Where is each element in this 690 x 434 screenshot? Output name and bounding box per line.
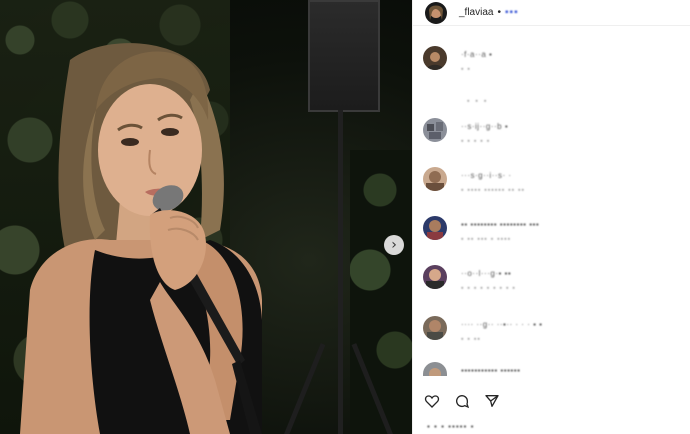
list-item: ▪▪▪▪▪▪▪▪▪▪▪ ▪▪▪▪▪▪ — [423, 362, 685, 378]
username-link[interactable]: _flaviaa — [459, 7, 493, 18]
avatar[interactable] — [423, 316, 447, 340]
list-item: ▪▪ ▪▪▪▪▪▪▪▪ ▪▪▪▪▪▪▪▪ ▪▪▪ ▪ ▪▪ ▪▪▪ ▪ ▪▪▪▪ — [423, 216, 685, 252]
caption-author[interactable]: ·f·a··a ▪ — [461, 50, 492, 59]
likes-count[interactable]: ▪ ▪ ▪ ▪▪▪▪▪ ▪ — [427, 422, 474, 431]
avatar[interactable] — [423, 216, 447, 240]
avatar[interactable] — [423, 118, 447, 142]
list-item: ··o··l···g·▪ ▪▪ ▪ ▪ ▪ ▪ ▪ ▪ ▪ ▪ ▪ — [423, 265, 685, 301]
caption: ·f·a··a ▪ ▪ ▪ — [423, 46, 685, 82]
comment-author[interactable]: ▪▪ ▪▪▪▪▪▪▪▪ ▪▪▪▪▪▪▪▪ ▪▪▪ — [461, 220, 539, 229]
list-item: ···s·g··i··s· · ▪ ▪▪▪▪ ▪▪▪▪▪▪ ▪▪ ▪▪ — [423, 167, 685, 203]
post-actions — [423, 392, 501, 410]
comment-meta: ▪ ▪ ▪ ▪ ▪ — [461, 138, 491, 145]
follow-button[interactable]: ▪▪▪ — [505, 7, 519, 18]
avatar[interactable] — [423, 362, 447, 376]
list-item: ··s·ij··g··b ▪ ▪ ▪ ▪ ▪ ▪ — [423, 118, 685, 154]
comment-author[interactable]: ···s·g··i··s· · — [461, 171, 512, 180]
caption-meta: ▪ ▪ — [461, 66, 471, 73]
view-more-comments[interactable]: ▪ ▪ ▪ — [467, 98, 488, 105]
singer-with-microphone — [20, 43, 262, 434]
avatar[interactable] — [425, 1, 447, 24]
comment-meta: ▪ ▪▪ ▪▪▪ ▪ ▪▪▪▪ — [461, 236, 512, 243]
comment-author[interactable]: ··s·ij··g··b ▪ — [461, 122, 508, 131]
separator-dot: • — [497, 7, 501, 18]
heart-icon[interactable] — [423, 392, 441, 410]
list-item: ···· ··g·· ··▪·· · · · ▪ ▪ ▪ ▪ ▪▪ — [423, 316, 685, 352]
comment-icon[interactable] — [453, 392, 471, 410]
share-icon[interactable] — [483, 392, 501, 410]
instagram-post: › _flaviaa • ▪▪▪ ·f·a··a ▪ ▪ ▪ ▪ ▪ ▪ ··s… — [0, 0, 690, 434]
avatar[interactable] — [423, 167, 447, 191]
post-header: _flaviaa • ▪▪▪ — [413, 0, 690, 26]
chevron-right-icon[interactable]: › — [384, 235, 404, 255]
comment-meta: ▪ ▪▪▪▪ ▪▪▪▪▪▪ ▪▪ ▪▪ — [461, 187, 526, 194]
post-sidebar: _flaviaa • ▪▪▪ ·f·a··a ▪ ▪ ▪ ▪ ▪ ▪ ··s·i… — [412, 0, 690, 434]
comment-meta: ▪ ▪ ▪ ▪ ▪ ▪ ▪ ▪ ▪ — [461, 285, 516, 292]
avatar[interactable] — [423, 265, 447, 289]
avatar[interactable] — [423, 46, 447, 70]
comment-author[interactable]: ···· ··g·· ··▪·· · · · ▪ ▪ — [461, 320, 542, 329]
comment-meta: ▪ ▪ ▪▪ — [461, 336, 481, 343]
post-photo[interactable]: › — [0, 0, 412, 434]
comment-author[interactable]: ▪▪▪▪▪▪▪▪▪▪▪ ▪▪▪▪▪▪ — [461, 366, 520, 375]
comment-author[interactable]: ··o··l···g·▪ ▪▪ — [461, 269, 511, 278]
